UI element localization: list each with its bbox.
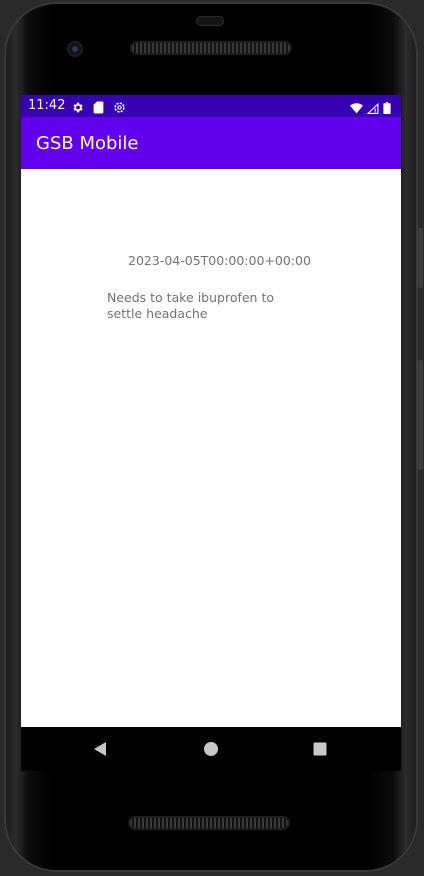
status-system-icons <box>350 99 391 118</box>
power-button <box>418 360 423 470</box>
note-date: 2023-04-05T00:00:00+00:00 <box>128 253 311 268</box>
sd-card-icon <box>93 99 104 118</box>
status-time: 11:42 <box>28 98 66 113</box>
home-circle-icon[interactable] <box>201 739 221 759</box>
top-speaker-grille <box>132 43 290 53</box>
signal-icon <box>366 99 379 118</box>
volume-button <box>418 228 423 288</box>
app-bar: GSB Mobile <box>21 117 401 169</box>
device-frame: 11:42 GSB Mobile 2023-04-05T00:00:00+00:… <box>0 0 424 876</box>
navigation-bar <box>21 727 401 771</box>
status-bar: 11:42 <box>21 95 401 117</box>
wifi-icon <box>350 99 363 118</box>
note-detail: 2023-04-05T00:00:00+00:00 Needs to take … <box>21 169 401 727</box>
earpiece-slot <box>196 16 224 26</box>
back-triangle-icon[interactable] <box>90 739 110 759</box>
screen: 11:42 GSB Mobile 2023-04-05T00:00:00+00:… <box>21 95 401 727</box>
status-notification-icons <box>71 99 126 118</box>
front-camera-icon <box>67 41 83 57</box>
settings-cog-icon <box>113 99 126 118</box>
gear-icon <box>71 99 84 118</box>
battery-icon <box>383 99 391 118</box>
app-title: GSB Mobile <box>36 133 139 154</box>
note-description: Needs to take ibuprofen to settle headac… <box>107 290 275 321</box>
bottom-speaker-grille <box>130 818 288 828</box>
recents-square-icon[interactable] <box>310 739 330 759</box>
